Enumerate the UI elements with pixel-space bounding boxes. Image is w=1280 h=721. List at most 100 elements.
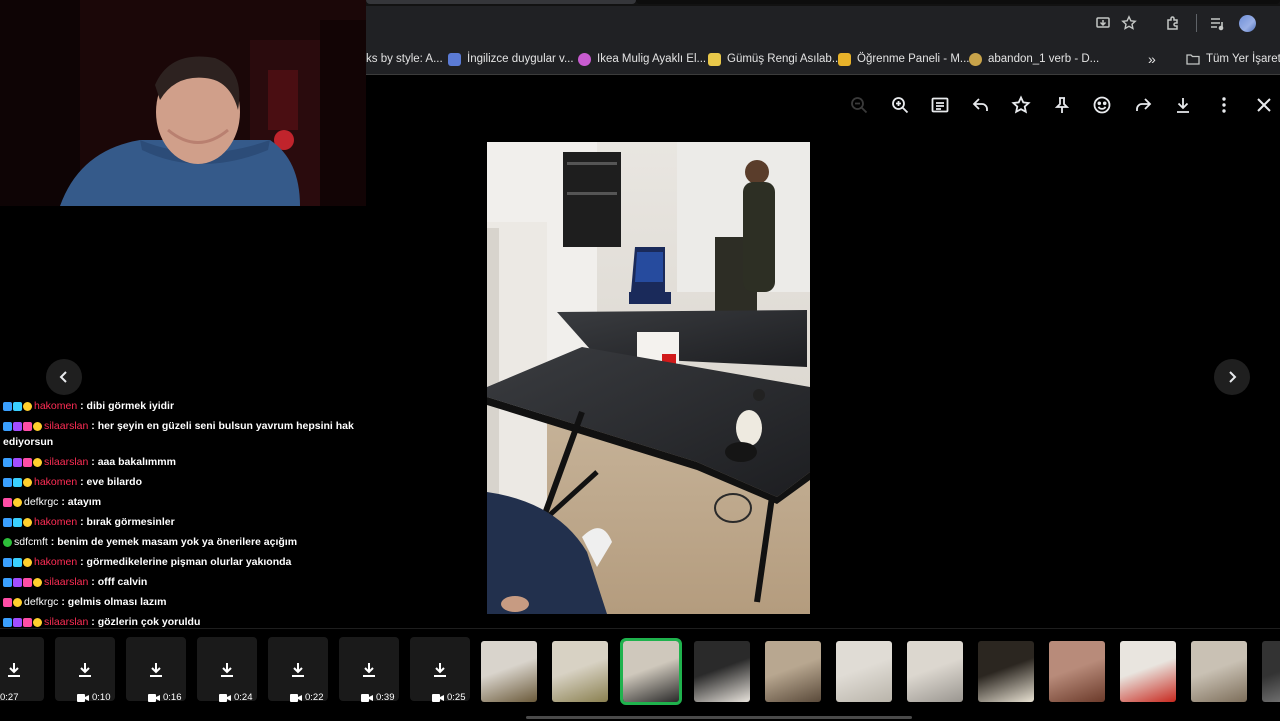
photo-thumbnail[interactable] <box>620 638 682 705</box>
photo-thumbnail[interactable] <box>978 641 1034 702</box>
badge-icon <box>3 617 12 627</box>
site-icon <box>578 52 591 66</box>
close-icon[interactable] <box>1252 93 1276 117</box>
photo-thumbnail[interactable] <box>836 641 892 702</box>
chat-message: sdfcmft : benim de yemek masam yok ya ön… <box>0 532 366 552</box>
chat-username: hakomen <box>34 476 78 488</box>
extensions-icon[interactable] <box>1162 12 1184 34</box>
bookmark-label: Ikea Mulig Ayaklı El... <box>597 53 707 65</box>
site-icon <box>838 52 851 66</box>
bookmark-item[interactable]: Ikea Mulig Ayaklı El... <box>578 44 706 74</box>
forward-icon[interactable] <box>1131 93 1155 117</box>
filmstrip-scrollbar[interactable] <box>526 716 912 719</box>
photo-thumbnail[interactable] <box>907 641 963 702</box>
chevron-left-icon <box>59 371 67 383</box>
photo-thumbnail[interactable] <box>552 641 608 702</box>
download-icon[interactable] <box>360 661 378 684</box>
video-camera-icon <box>290 693 302 702</box>
bookmark-item[interactable]: abandon_1 verb - D... <box>969 44 1099 74</box>
badge-icon <box>3 457 12 467</box>
chat-username: defkrgc <box>24 596 59 608</box>
bookmark-item[interactable]: Gümüş Rengi Asılab... <box>708 44 841 74</box>
install-icon[interactable] <box>1092 12 1114 34</box>
bookmark-item[interactable]: İngilizce duygular v... <box>448 44 574 74</box>
badge-icon <box>23 557 32 567</box>
bookmark-item[interactable]: ks by style: A... <box>366 44 443 74</box>
badge-icon <box>3 557 12 567</box>
chat-message: defkrgc : atayım <box>0 492 366 512</box>
badge-icon <box>3 537 12 547</box>
main-photo <box>487 142 810 614</box>
more-bookmarks-label: » <box>1148 51 1156 67</box>
site-icon <box>969 52 982 66</box>
badge-icon <box>13 421 22 431</box>
chat-message: hakomen : görmedikelerine pişman olurlar… <box>0 552 366 572</box>
video-duration: 0:27 <box>0 692 19 703</box>
chat-username: defkrgc <box>24 496 59 508</box>
badge-icon <box>13 617 22 627</box>
download-icon[interactable] <box>147 661 165 684</box>
duration-label: 0:10 <box>92 692 111 703</box>
all-bookmarks-button[interactable]: Tüm Yer İşaretle <box>1186 44 1280 74</box>
chat-message: silaarslan : her şeyin en güzeli seni bu… <box>3 420 354 448</box>
badge-icon <box>33 421 42 431</box>
chat-text: atayım <box>67 496 102 508</box>
zoom-out-icon[interactable] <box>847 93 871 117</box>
chat-text: gözlerin çok yoruldu <box>97 616 201 628</box>
star-icon[interactable] <box>1009 93 1033 117</box>
photo-thumbnail[interactable] <box>1262 641 1280 702</box>
photo-thumbnail[interactable] <box>481 641 537 702</box>
details-icon[interactable] <box>928 93 952 117</box>
pin-icon[interactable] <box>1050 93 1074 117</box>
download-icon[interactable] <box>1171 93 1195 117</box>
badge-icon <box>3 597 12 607</box>
bookmark-item[interactable]: Öğrenme Paneli - M... <box>838 44 969 74</box>
emoji-icon[interactable] <box>1090 93 1114 117</box>
download-icon[interactable] <box>289 661 307 684</box>
badge-icon <box>33 577 42 587</box>
badge-icon <box>23 457 32 467</box>
chat-username: hakomen <box>34 516 78 528</box>
chat-text: gelmis olması lazım <box>67 596 167 608</box>
profile-avatar[interactable] <box>1239 15 1256 32</box>
more-bookmarks-button[interactable]: » <box>1148 44 1156 74</box>
chat-badges <box>3 537 12 547</box>
photo-thumbnail[interactable] <box>1049 641 1105 702</box>
next-photo-button[interactable] <box>1214 359 1250 395</box>
badge-icon <box>3 517 12 527</box>
tab[interactable] <box>366 0 636 4</box>
photo-thumbnail[interactable] <box>1120 641 1176 702</box>
badge-icon <box>13 401 22 411</box>
video-duration: 0:25 <box>432 692 466 703</box>
badge-icon <box>3 497 12 507</box>
download-icon[interactable] <box>5 661 23 684</box>
badge-icon <box>23 421 32 431</box>
badge-icon <box>23 401 32 411</box>
previous-photo-button[interactable] <box>46 359 82 395</box>
chat-badges <box>3 421 42 431</box>
download-icon[interactable] <box>218 661 236 684</box>
video-duration: 0:22 <box>290 692 324 703</box>
duration-label: 0:16 <box>163 692 182 703</box>
chat-message: silaarslan : aaa bakalımmm <box>0 452 366 472</box>
badge-icon <box>23 617 32 627</box>
zoom-in-icon[interactable] <box>888 93 912 117</box>
chat-username: silaarslan <box>44 576 89 588</box>
chat-message: hakomen : bırak görmesinler <box>0 512 366 532</box>
tab-gap <box>636 0 1280 4</box>
chat-badges <box>3 617 42 627</box>
bookmark-star-icon[interactable] <box>1118 12 1140 34</box>
photo-thumbnail[interactable] <box>1191 641 1247 702</box>
badge-icon <box>13 457 22 467</box>
chat-username: hakomen <box>34 400 78 412</box>
duration-label: 0:22 <box>305 692 324 703</box>
more-icon[interactable] <box>1212 93 1236 117</box>
download-icon[interactable] <box>76 661 94 684</box>
photo-thumbnail[interactable] <box>694 641 750 702</box>
badge-icon <box>33 617 42 627</box>
chat-badges <box>3 477 32 487</box>
media-queue-icon[interactable] <box>1206 12 1228 34</box>
reply-icon[interactable] <box>969 93 993 117</box>
photo-thumbnail[interactable] <box>765 641 821 702</box>
download-icon[interactable] <box>431 661 449 684</box>
